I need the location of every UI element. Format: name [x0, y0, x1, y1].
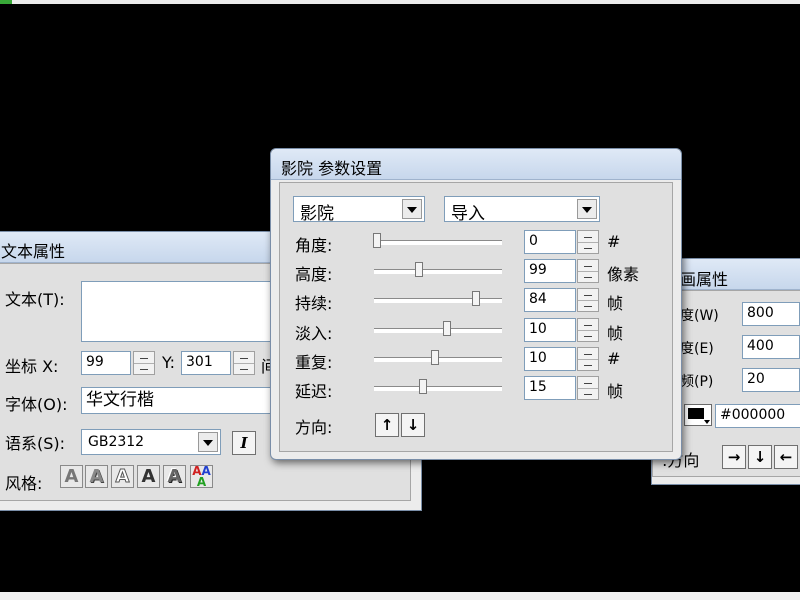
slider-thumb[interactable] — [419, 379, 427, 394]
param-value-input[interactable]: 15 — [524, 376, 576, 400]
direction-label: 方向: — [295, 418, 333, 437]
chevron-down-icon — [704, 420, 710, 424]
chevron-down-icon[interactable] — [402, 199, 422, 219]
text-label: 文本(T): — [5, 290, 65, 309]
window-title: 影院 参数设置 — [281, 159, 383, 178]
param-unit: 帧 — [607, 324, 624, 343]
param-spinner[interactable] — [577, 259, 599, 283]
language-select[interactable]: GB2312 — [81, 429, 221, 455]
param-unit: 帧 — [607, 294, 624, 313]
param-label: 淡入: — [295, 324, 333, 343]
slider-thumb[interactable] — [443, 321, 451, 336]
param-label: 高度: — [295, 265, 333, 284]
bg-color-picker[interactable] — [684, 404, 712, 426]
slider-track — [374, 269, 502, 274]
window-title: 画属性 — [680, 270, 729, 289]
slider-track — [374, 386, 502, 391]
style-label: 风格: — [5, 474, 43, 493]
param-slider[interactable] — [374, 291, 502, 307]
param-value-input[interactable]: 99 — [524, 259, 576, 283]
style-button-outline[interactable]: A — [111, 465, 134, 488]
language-value: GB2312 — [88, 434, 145, 450]
direction-left-button[interactable]: ← — [774, 445, 798, 469]
height-input[interactable]: 400 — [742, 335, 800, 359]
font-label: 字体(O): — [5, 395, 68, 414]
direction-down-button[interactable]: ↓ — [748, 445, 772, 469]
slider-track — [374, 328, 502, 333]
arrow-down-icon: ↓ — [406, 416, 420, 434]
x-input[interactable]: 99 — [81, 351, 131, 375]
param-unit: 像素 — [607, 265, 640, 284]
slider-track — [374, 240, 502, 245]
chevron-down-icon[interactable] — [198, 432, 218, 452]
cinema-settings-titlebar[interactable]: 影院 参数设置 — [271, 149, 681, 180]
arrow-right-icon: → — [727, 448, 741, 466]
x-spinner[interactable] — [133, 351, 155, 375]
param-spinner[interactable] — [577, 376, 599, 400]
slider-thumb[interactable] — [415, 262, 423, 277]
param-value-input[interactable]: 0 — [524, 230, 576, 254]
arrow-left-icon: ← — [779, 448, 793, 466]
param-slider[interactable] — [374, 321, 502, 337]
direction-right-button[interactable]: → — [722, 445, 746, 469]
window-title: 文本属性 — [1, 242, 66, 261]
param-unit: # — [607, 232, 621, 251]
param-slider[interactable] — [374, 379, 502, 395]
param-slider[interactable] — [374, 350, 502, 366]
italic-button[interactable]: I — [232, 431, 256, 455]
direction-down-button[interactable]: ↓ — [401, 413, 425, 437]
style-button-plain[interactable]: A — [60, 465, 83, 488]
style-button-shadow[interactable]: A — [85, 465, 108, 488]
mode-select[interactable]: 导入 — [444, 196, 600, 224]
arrow-up-icon: ↑ — [380, 416, 394, 434]
bg-color-fill — [688, 408, 704, 419]
app-icon — [0, 0, 12, 4]
param-label: 角度: — [295, 236, 333, 255]
param-spinner[interactable] — [577, 347, 599, 371]
param-unit: 帧 — [607, 382, 624, 401]
slider-thumb[interactable] — [472, 291, 480, 306]
param-value-input[interactable]: 84 — [524, 288, 576, 312]
text-input[interactable] — [81, 281, 281, 342]
chevron-down-icon[interactable] — [577, 199, 597, 219]
effect-select[interactable]: 影院 — [293, 196, 425, 224]
style-button-bold[interactable]: A — [137, 465, 160, 488]
y-input[interactable]: 301 — [181, 351, 231, 375]
slider-track — [374, 298, 502, 303]
slider-thumb[interactable] — [431, 350, 439, 365]
param-spinner[interactable] — [577, 230, 599, 254]
param-slider[interactable] — [373, 233, 502, 249]
param-unit: # — [607, 349, 621, 368]
param-label: 重复: — [295, 353, 333, 372]
fps-input[interactable]: 20 — [742, 368, 800, 392]
width-input[interactable]: 800 — [742, 302, 800, 326]
param-spinner[interactable] — [577, 288, 599, 312]
bg-color-input[interactable]: #000000 — [715, 404, 800, 428]
coord-y-label: Y: — [162, 353, 176, 372]
param-spinner[interactable] — [577, 318, 599, 342]
param-label: 延迟: — [295, 382, 333, 401]
style-button-emboss[interactable]: A — [163, 465, 186, 488]
font-input[interactable]: 华文行楷 — [81, 387, 281, 414]
style-button-color[interactable]: AA A — [190, 465, 213, 488]
param-value-input[interactable]: 10 — [524, 318, 576, 342]
y-spinner[interactable] — [233, 351, 255, 375]
italic-button-label: I — [240, 434, 248, 452]
arrow-down-icon: ↓ — [753, 448, 767, 466]
language-label: 语系(S): — [5, 434, 66, 453]
bottom-edge — [0, 592, 800, 600]
effect-value: 影院 — [300, 204, 334, 224]
param-label: 持续: — [295, 294, 333, 313]
direction-up-button[interactable]: ↑ — [375, 413, 399, 437]
coord-x-label: 坐标 X: — [5, 357, 59, 376]
cinema-settings-window: 影院 参数设置 影院 导入 角度: 0 # 高度: 99 像素 持续: 84 帧淡入: 10 帧重复… — [270, 148, 682, 460]
param-value-input[interactable]: 10 — [524, 347, 576, 371]
mode-value: 导入 — [451, 204, 485, 224]
param-slider[interactable] — [374, 262, 502, 278]
slider-thumb[interactable] — [373, 233, 381, 248]
top-edge — [0, 0, 800, 4]
